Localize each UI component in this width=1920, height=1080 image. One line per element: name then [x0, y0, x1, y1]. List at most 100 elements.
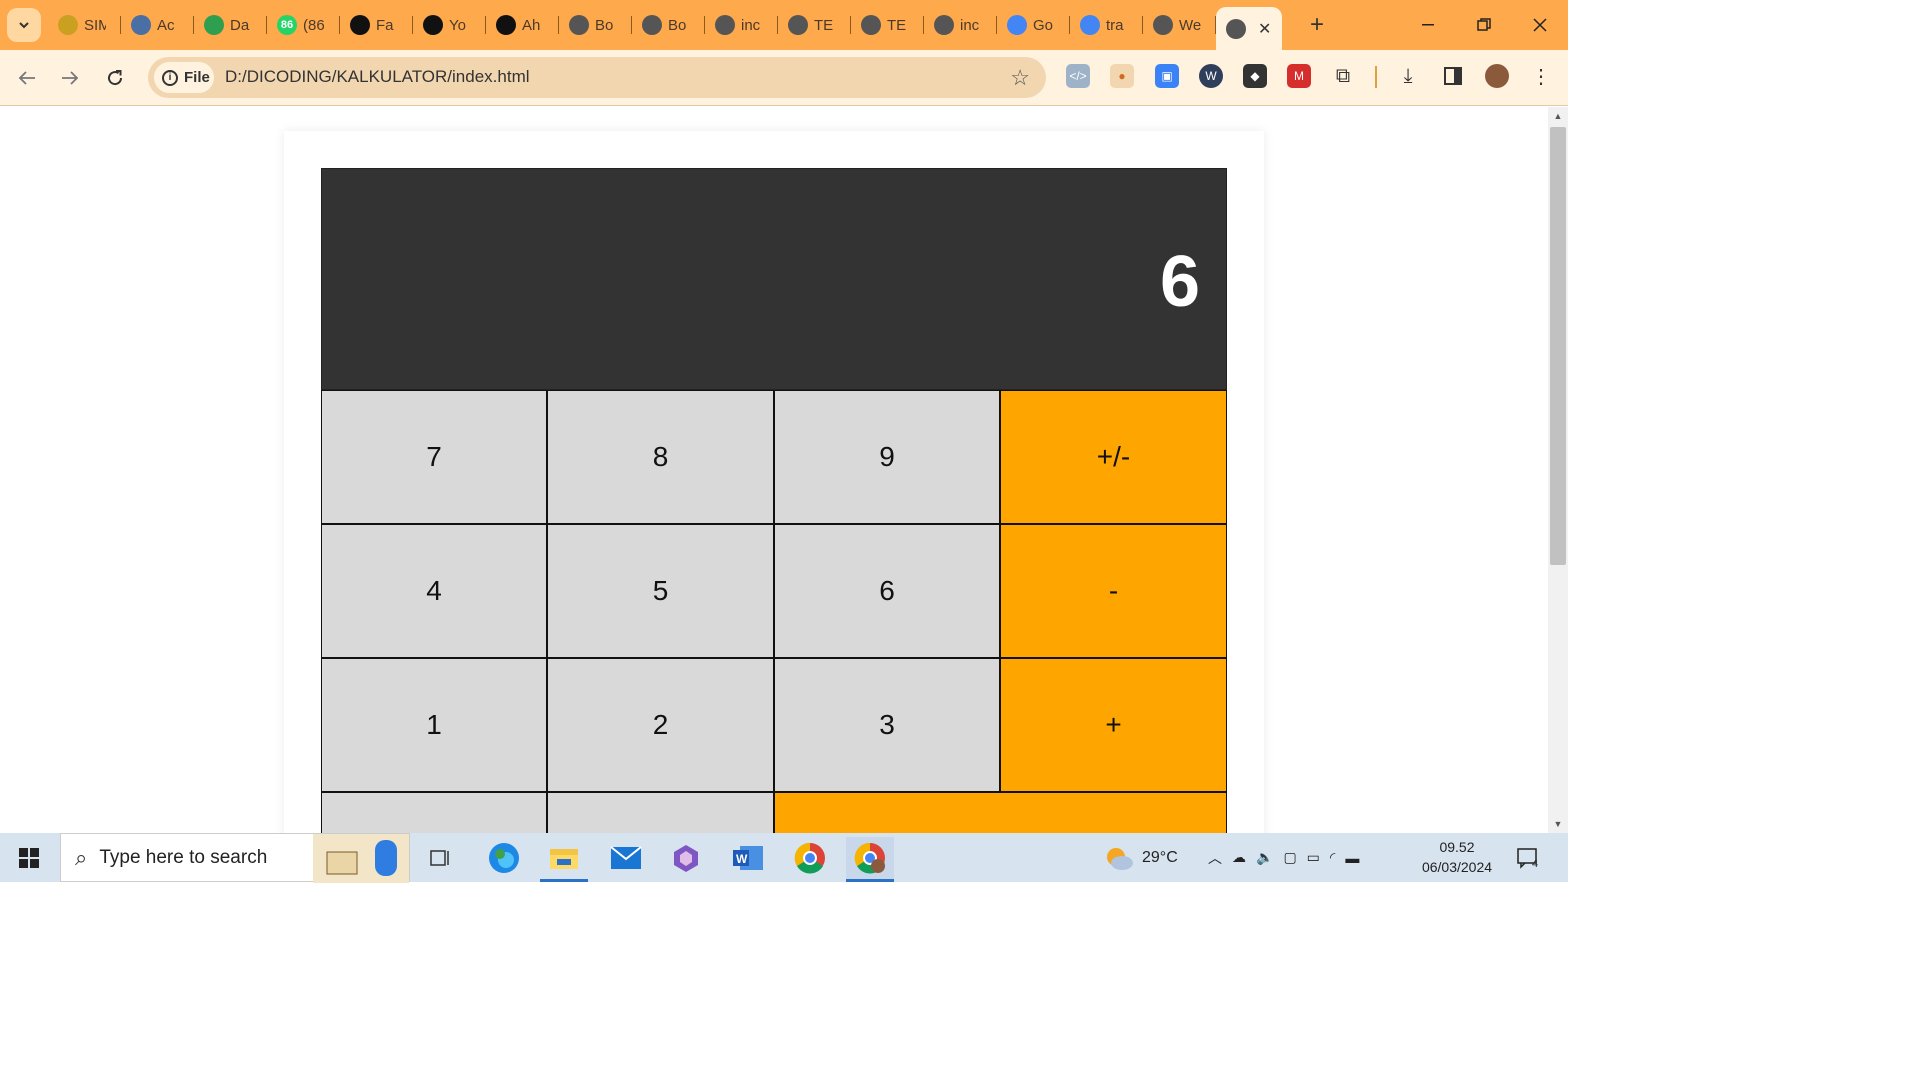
vertical-scrollbar[interactable]: ▲ ▼	[1548, 107, 1568, 833]
tab-search-button[interactable]	[7, 8, 41, 42]
taskbar-search[interactable]: ⌕ Type here to search	[60, 833, 410, 883]
clock[interactable]: 09.52 06/03/2024	[1416, 837, 1498, 877]
url-text[interactable]: D:/DICODING/KALKULATOR/index.html	[225, 67, 530, 87]
browser-tab[interactable]: Da	[194, 0, 267, 50]
weather-widget[interactable]: 29°C	[1104, 833, 1178, 882]
tab-title: inc	[960, 16, 980, 34]
arrow-right-icon	[62, 71, 79, 85]
onedrive-cloud-icon[interactable]: ☁	[1232, 849, 1246, 866]
mail-app[interactable]	[602, 837, 650, 879]
browser-tab[interactable]: inc	[924, 0, 997, 50]
browser-tab[interactable]: tra	[1070, 0, 1143, 50]
globe-icon	[1226, 18, 1246, 39]
browser-tab[interactable]: TE	[851, 0, 924, 50]
scroll-down-arrow-icon[interactable]: ▼	[1548, 815, 1568, 833]
digit-key[interactable]: 3	[774, 658, 1000, 792]
operator-key[interactable]: +/-	[1000, 390, 1227, 524]
back-button[interactable]	[11, 62, 43, 94]
wifi-icon[interactable]: ◜	[1330, 849, 1335, 866]
site-info-chip[interactable]: i File	[154, 62, 214, 93]
dev-tools-extension-icon[interactable]: </>	[1066, 64, 1090, 88]
chrome-profile-app[interactable]	[846, 837, 894, 882]
digit-key[interactable]: 9	[774, 390, 1000, 524]
side-panel-icon[interactable]	[1441, 64, 1465, 88]
digit-key[interactable]	[547, 792, 774, 833]
digit-key[interactable]: 7	[321, 390, 547, 524]
chevron-up-icon[interactable]: ︿	[1208, 848, 1222, 868]
digit-key[interactable]: 8	[547, 390, 774, 524]
file-explorer-app[interactable]	[540, 837, 588, 882]
start-button[interactable]	[0, 833, 58, 882]
copilot-app[interactable]	[662, 837, 710, 879]
task-view-button[interactable]	[416, 837, 464, 879]
display-icon[interactable]: ▭	[1307, 849, 1320, 866]
browser-tab[interactable]: SIM	[48, 0, 121, 50]
folder-icon	[550, 849, 578, 869]
search-highlight-illustration	[313, 834, 409, 883]
browser-tab[interactable]: Fa	[340, 0, 413, 50]
profile-avatar[interactable]	[1485, 64, 1509, 88]
browser-tab[interactable]: Ah	[486, 0, 559, 50]
calculator-keypad: 7 8 9 +/- 4 5 6- 1 2 3 +	[321, 390, 1227, 833]
browser-tab[interactable]: 86 (86	[267, 0, 340, 50]
menu-dots-icon[interactable]: ⋮	[1529, 64, 1553, 88]
operator-key[interactable]: -	[1000, 524, 1227, 658]
digit-key[interactable]: 6	[774, 524, 1000, 658]
browser-tab[interactable]: inc	[705, 0, 778, 50]
digit-key[interactable]: 4	[321, 524, 547, 658]
tab-title: Ac	[157, 16, 175, 34]
notification-count: 4	[1532, 857, 1539, 870]
edge-app[interactable]	[480, 837, 528, 879]
meet-now-icon[interactable]: ▢	[1283, 849, 1296, 866]
tab-title: Fa	[376, 16, 394, 34]
scroll-thumb[interactable]	[1550, 127, 1566, 565]
classroom-icon	[204, 15, 224, 35]
digit-key[interactable]: 5	[547, 524, 774, 658]
scroll-up-arrow-icon[interactable]: ▲	[1548, 107, 1568, 125]
digit-key[interactable]	[321, 792, 547, 833]
reload-button[interactable]	[99, 62, 131, 94]
close-icon	[1533, 18, 1547, 32]
address-bar[interactable]: i File D:/DICODING/KALKULATOR/index.html…	[148, 57, 1046, 98]
minimize-button[interactable]	[1400, 0, 1456, 50]
copilot-icon	[674, 845, 698, 872]
arrow-left-icon	[18, 71, 35, 85]
browser-tab[interactable]: Ac	[121, 0, 194, 50]
forward-button[interactable]	[54, 62, 86, 94]
digit-key[interactable]: 2	[547, 658, 774, 792]
browser-tab[interactable]: Yo	[413, 0, 486, 50]
notification-center-button[interactable]: 4	[1516, 833, 1538, 882]
browser-tab[interactable]: Bo	[632, 0, 705, 50]
browser-tab[interactable]: TE	[778, 0, 851, 50]
digit-key[interactable]: 1	[321, 658, 547, 792]
bookmark-star-icon[interactable]: ☆	[1010, 65, 1030, 91]
web-extension-icon[interactable]: W	[1199, 64, 1223, 88]
equals-key[interactable]	[774, 792, 1227, 833]
globe-icon	[934, 15, 954, 35]
operator-key[interactable]: +	[1000, 658, 1227, 792]
download-icon[interactable]: ⤓	[1396, 64, 1420, 88]
close-window-button[interactable]	[1512, 0, 1568, 50]
volume-icon[interactable]: 🔈	[1256, 849, 1273, 866]
close-tab-icon[interactable]: ✕	[1258, 19, 1271, 39]
word-app[interactable]: W	[724, 837, 772, 879]
browser-toolbar: i File D:/DICODING/KALKULATOR/index.html…	[0, 50, 1568, 106]
extension-icon[interactable]: ◆	[1243, 64, 1267, 88]
browser-tab[interactable]: Go	[997, 0, 1070, 50]
browser-tab[interactable]: Bo	[559, 0, 632, 50]
battery-icon[interactable]: ▬	[1345, 850, 1359, 866]
tab-list: SIM Ac Da 86 (86 Fa Yo Ah Bo Bo inc TE TE inc Go tra We ✕	[48, 0, 1282, 50]
extension-icon[interactable]: ●	[1110, 64, 1134, 88]
browser-tab-active[interactable]: ✕	[1216, 7, 1282, 50]
info-icon: i	[162, 69, 178, 86]
extension-icon[interactable]: M	[1287, 64, 1311, 88]
tab-title: TE	[887, 16, 907, 34]
tab-title: We	[1179, 16, 1201, 34]
browser-tab[interactable]: We	[1143, 0, 1216, 50]
puzzle-extensions-icon[interactable]: ⧉	[1331, 64, 1355, 88]
weather-temperature: 29°C	[1142, 848, 1178, 866]
chrome-app[interactable]	[786, 837, 834, 879]
new-tab-button[interactable]: +	[1302, 10, 1332, 40]
restore-button[interactable]	[1456, 0, 1512, 50]
extension-icon[interactable]: ▣	[1155, 64, 1179, 88]
